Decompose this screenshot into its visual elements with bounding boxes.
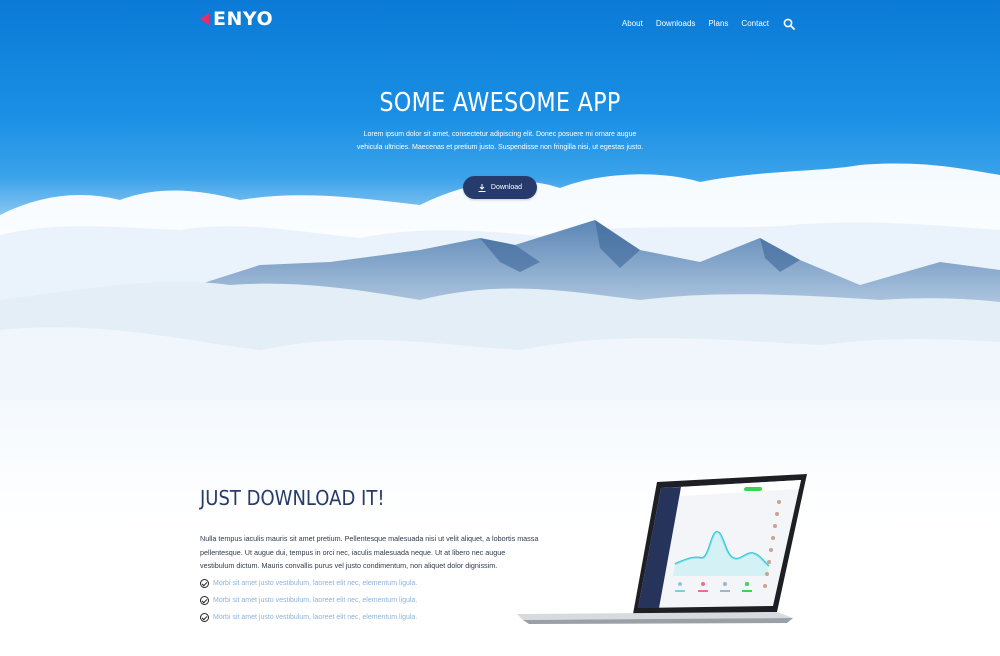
check-circle-icon xyxy=(200,596,209,605)
feature-list: Morbi sit amet justo vestibulum, laoreet… xyxy=(200,575,417,626)
section-title: JUST DOWNLOAD IT! xyxy=(200,486,385,510)
download-icon xyxy=(478,183,486,192)
feature-text: Morbi sit amet justo vestibulum, laoreet… xyxy=(213,614,418,621)
main-nav: About Downloads Plans Contact xyxy=(609,17,795,30)
nav-contact[interactable]: Contact xyxy=(741,19,769,28)
list-item: Morbi sit amet justo vestibulum, laoreet… xyxy=(200,609,417,626)
check-circle-icon xyxy=(200,613,209,622)
search-icon[interactable] xyxy=(783,17,795,30)
nav-about[interactable]: About xyxy=(622,19,643,28)
page-title: SOME AWESOME APP xyxy=(379,88,621,118)
nav-plans[interactable]: Plans xyxy=(708,19,728,28)
list-item: Morbi sit amet justo vestibulum, laoreet… xyxy=(200,575,417,592)
mountain-background xyxy=(0,163,1000,520)
check-circle-icon xyxy=(200,579,209,588)
nav-downloads[interactable]: Downloads xyxy=(656,19,696,28)
logo-text: ENYO xyxy=(213,8,274,30)
hero-section: ENYO About Downloads Plans Contact SOME … xyxy=(0,0,1000,520)
download-label: Download xyxy=(490,184,523,191)
list-item: Morbi sit amet justo vestibulum, laoreet… xyxy=(200,592,417,609)
logo-mark-icon xyxy=(200,13,209,25)
section-paragraph: Nulla tempus iaculis mauris sit amet pre… xyxy=(200,534,539,570)
download-button[interactable]: Download xyxy=(463,176,537,199)
logo[interactable]: ENYO xyxy=(200,8,273,30)
hero-subtitle: Lorem ipsum dolor sit amet, consectetur … xyxy=(356,131,644,151)
feature-text: Morbi sit amet justo vestibulum, laoreet… xyxy=(213,580,418,587)
laptop-mockup-image xyxy=(517,474,807,624)
feature-text: Morbi sit amet justo vestibulum, laoreet… xyxy=(213,597,418,604)
